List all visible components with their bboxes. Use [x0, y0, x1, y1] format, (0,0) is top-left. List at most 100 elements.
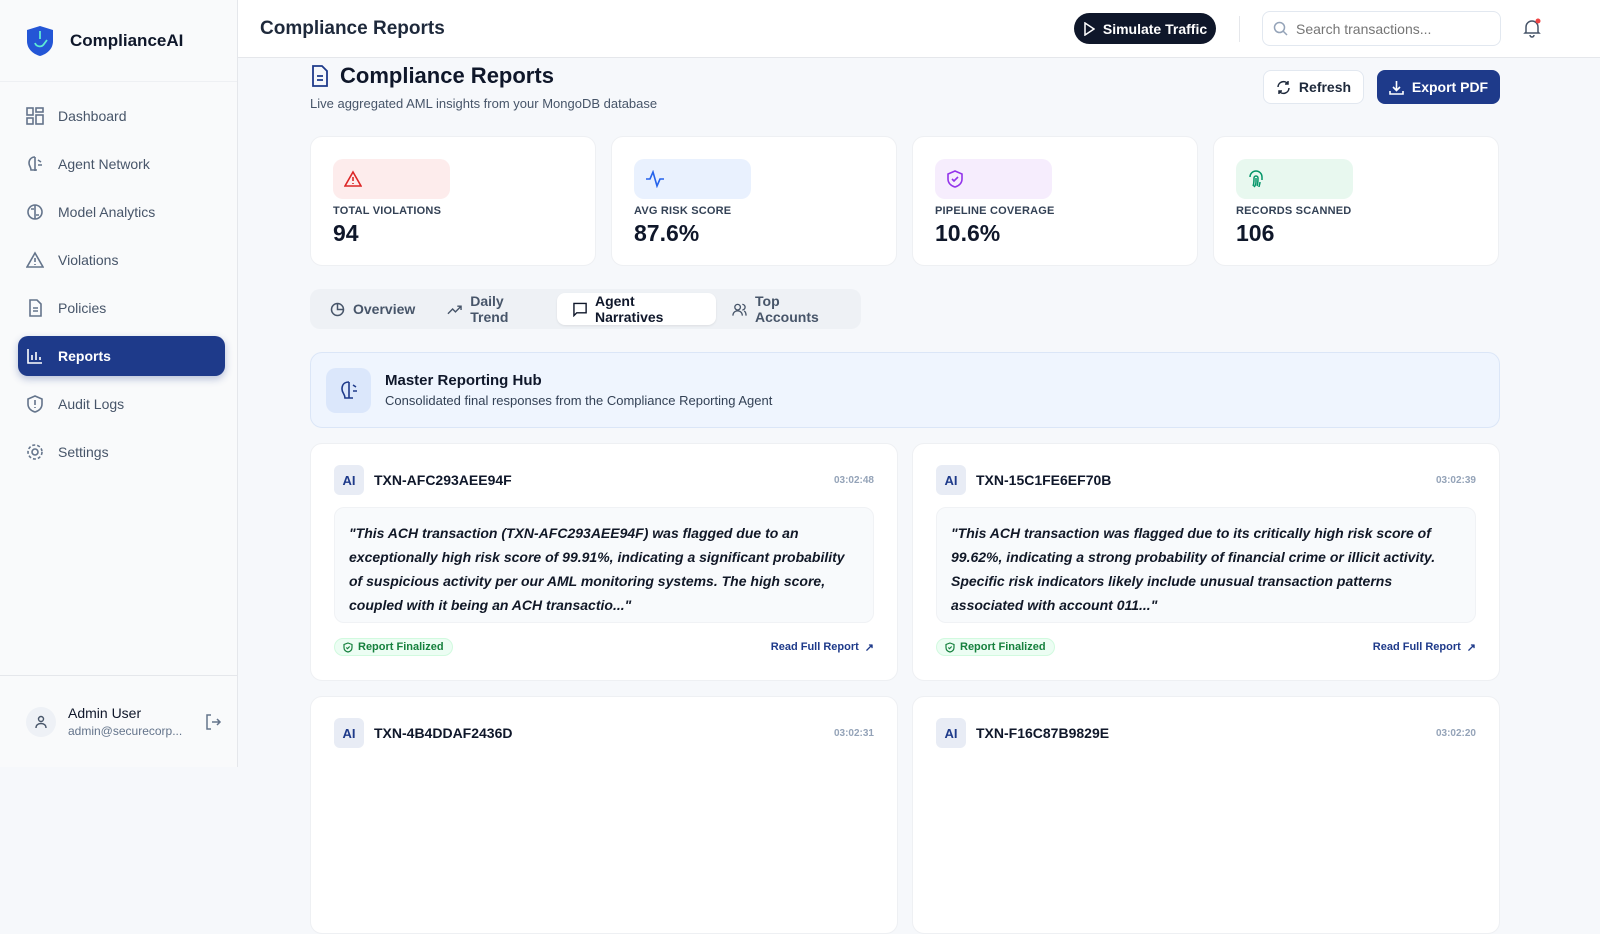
brain-circuit-icon [27, 204, 43, 220]
message-square-icon [573, 302, 587, 317]
page-title-text: Compliance Reports [340, 63, 554, 88]
bar-chart-icon [27, 349, 42, 364]
status-badge: Report Finalized [334, 638, 453, 656]
sidebar-item-model-analytics[interactable]: Model Analytics [18, 192, 225, 232]
stat-label: PIPELINE COVERAGE [935, 205, 1055, 217]
report-card: AI TXN-4B4DDAF2436D 03:02:31 [310, 696, 898, 934]
sidebar-item-agent-network[interactable]: Agent Network [18, 144, 225, 184]
shield-check-icon [343, 641, 353, 653]
ai-badge: AI [334, 718, 364, 748]
grid-icon [26, 107, 44, 125]
divider [1239, 16, 1240, 42]
sidebar-nav: Dashboard Agent Network Model Analytics … [0, 82, 237, 472]
sidebar-item-audit-logs[interactable]: Audit Logs [18, 384, 225, 424]
master-reporting-hub: Master Reporting Hub Consolidated final r… [310, 352, 1500, 428]
external-arrow-icon: ↗ [1466, 641, 1476, 654]
timestamp: 03:02:48 [833, 474, 874, 486]
shield-logo-icon [27, 25, 53, 56]
header-title: Compliance Reports [260, 17, 445, 39]
link-label: Read Full Report [1372, 641, 1461, 653]
stat-label: AVG RISK SCORE [634, 205, 732, 217]
users-icon [732, 303, 747, 316]
brain-icon [340, 381, 357, 399]
sidebar-item-violations[interactable]: Violations [18, 240, 225, 280]
stat-total-violations: TOTAL VIOLATIONS 94 [310, 136, 596, 266]
tab-overview[interactable]: Overview [314, 293, 431, 325]
brain-icon [28, 156, 42, 171]
search-input[interactable] [1296, 20, 1486, 37]
sidebar-item-label: Audit Logs [58, 396, 125, 412]
report-card: AI TXN-AFC293AEE94F 03:02:48 "This ACH tra… [310, 443, 898, 681]
refresh-label: Refresh [1298, 79, 1352, 95]
export-pdf-button[interactable]: Export PDF [1377, 70, 1500, 104]
read-full-report-link[interactable]: Read Full Report ↗ [771, 641, 874, 654]
document-icon [29, 299, 42, 317]
stat-value: 94 [333, 220, 359, 246]
logout-icon[interactable] [204, 713, 222, 731]
fingerprint-icon [1249, 170, 1263, 188]
report-card: AI TXN-15C1FE6EF70B 03:02:39 "This ACH tra… [912, 443, 1500, 681]
pie-chart-icon [330, 302, 345, 316]
user-name: Admin User [68, 705, 142, 721]
stat-value: 87.6% [634, 220, 700, 246]
stat-label: TOTAL VIOLATIONS [333, 205, 442, 217]
avatar[interactable] [26, 706, 56, 737]
document-icon [312, 65, 328, 87]
external-arrow-icon: ↗ [864, 641, 874, 654]
status-text: Report Finalized [358, 641, 444, 653]
sidebar-item-label: Policies [58, 300, 107, 316]
page-subtitle: Live aggregated AML insights from your M… [310, 96, 658, 111]
stat-value: 106 [1236, 220, 1275, 246]
warning-icon [344, 170, 362, 187]
sidebar-item-label: Agent Network [58, 156, 150, 172]
warning-icon [26, 251, 44, 268]
brand-name: ComplianceAI [70, 30, 184, 50]
report-narrative: "This ACH transaction was flagged due to… [936, 507, 1476, 623]
hub-icon-bg [326, 367, 371, 413]
tab-daily-trend[interactable]: Daily Trend [431, 293, 557, 325]
report-narrative: "This ACH transaction (TXN-AFC293AEE94F)… [334, 507, 874, 623]
sidebar-item-settings[interactable]: Settings [18, 432, 225, 472]
sidebar-item-policies[interactable]: Policies [18, 288, 225, 328]
timestamp: 03:02:31 [833, 727, 874, 739]
ai-badge: AI [936, 465, 966, 495]
stat-icon-bg [333, 159, 450, 199]
export-label: Export PDF [1411, 79, 1489, 95]
stat-records-scanned: RECORDS SCANNED 106 [1213, 136, 1499, 266]
user-icon [35, 715, 47, 728]
transaction-id: TXN-15C1FE6EF70B [976, 472, 1112, 488]
user-profile: Admin User admin@securecorp... [0, 675, 238, 767]
activity-icon [646, 170, 664, 188]
sidebar-item-label: Dashboard [58, 108, 127, 124]
tab-top-accounts[interactable]: Top Accounts [716, 293, 857, 325]
refresh-icon [1277, 80, 1290, 94]
sidebar-item-label: Model Analytics [58, 204, 156, 220]
notification-bell-icon[interactable] [1522, 18, 1542, 38]
sidebar: ComplianceAI Dashboard Agent Network Mod… [0, 0, 238, 767]
page-title: Compliance Reports [310, 63, 554, 89]
top-header: Compliance Reports Simulate Traffic [238, 0, 1600, 58]
shield-check-icon [947, 170, 963, 188]
user-email: admin@securecorp... [68, 724, 183, 738]
tab-label: Daily Trend [470, 293, 509, 325]
sidebar-item-dashboard[interactable]: Dashboard [18, 96, 225, 136]
brand[interactable]: ComplianceAI [0, 0, 237, 82]
link-label: Read Full Report [770, 641, 859, 653]
tab-agent-narratives[interactable]: Agent Narratives [556, 293, 717, 325]
timestamp: 03:02:20 [1435, 727, 1476, 739]
tab-label: Top Accounts [755, 293, 819, 325]
transaction-id: TXN-AFC293AEE94F [374, 472, 512, 488]
simulate-traffic-button[interactable]: Simulate Traffic [1074, 13, 1216, 44]
shield-check-icon [945, 641, 955, 653]
stat-icon-bg [1236, 159, 1353, 199]
gear-icon [27, 444, 43, 460]
ai-badge: AI [936, 718, 966, 748]
sidebar-item-reports[interactable]: Reports [18, 336, 225, 376]
refresh-button[interactable]: Refresh [1263, 70, 1364, 104]
stat-pipeline-coverage: PIPELINE COVERAGE 10.6% [912, 136, 1198, 266]
tab-label: Agent Narratives [594, 293, 664, 325]
download-icon [1389, 80, 1404, 95]
stat-value: 10.6% [935, 220, 1001, 246]
read-full-report-link[interactable]: Read Full Report ↗ [1373, 641, 1476, 654]
search-box[interactable] [1262, 11, 1501, 46]
